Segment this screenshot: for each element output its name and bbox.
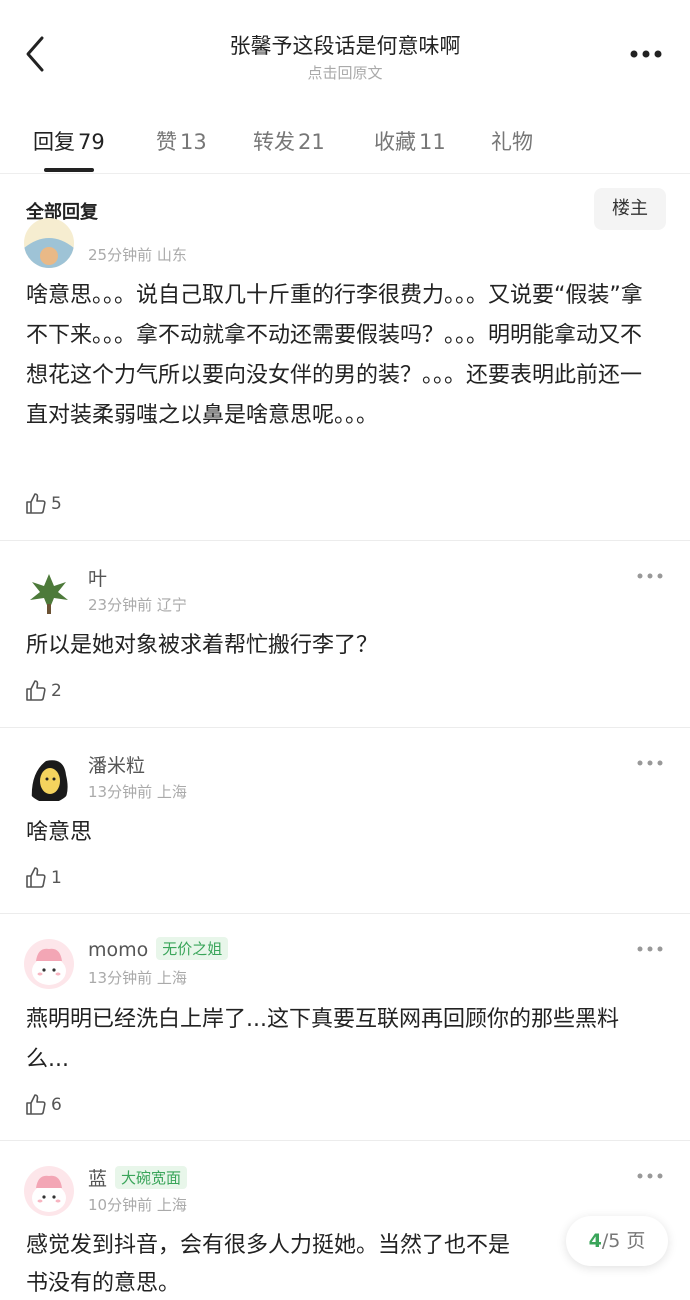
back-to-original-link[interactable]: 点击回原文 (0, 62, 690, 83)
comment-meta: 13分钟前 上海 (88, 783, 187, 801)
comment-text: 所以是她对象被求着帮忙搬行李了？ (26, 633, 379, 658)
username[interactable]: 叶 (88, 564, 107, 591)
comment-text: 感觉发到抖音，会有很多人力挺她。当然了也不是 (26, 1233, 511, 1258)
page-title[interactable]: 张馨予这段话是何意味啊 (0, 30, 690, 60)
more-options-button[interactable] (626, 40, 666, 68)
avatar-image (24, 238, 74, 268)
tab-favorites-count: 11 (419, 130, 446, 154)
username[interactable]: 蓝 (88, 1168, 107, 1190)
comment-more-button[interactable] (634, 939, 666, 959)
tab-favorites-label: 收藏 (374, 130, 416, 154)
like-count: 1 (51, 868, 62, 888)
like-button[interactable]: 5 (24, 490, 62, 518)
like-count: 2 (51, 681, 62, 701)
tab-gifts[interactable]: 礼物 (491, 126, 533, 156)
thumbs-up-icon (26, 867, 46, 888)
tab-replies-count: 79 (78, 130, 105, 154)
total-pages: /5 页 (601, 1230, 646, 1252)
page-indicator-button[interactable]: 4/5 页 (566, 1216, 668, 1266)
thumbs-up-icon (26, 493, 46, 514)
comment-text: 啥意思 (26, 820, 93, 845)
tab-replies[interactable]: 回复 79 (33, 126, 105, 156)
comment-more-button[interactable] (634, 1166, 666, 1186)
comment-meta: 23分钟前 辽宁 (88, 596, 187, 614)
avatar-image (30, 574, 68, 614)
comment-text: 啥意思。。。说自己取几十斤重的行李很费力。。。又说要“假装”拿不下来。。。拿不动… (26, 283, 643, 428)
username-row: momo 无价之姐 (88, 937, 229, 961)
avatar[interactable] (24, 939, 74, 989)
comment-text: 燕明明已经洗白上岸了...这下真要互联网再回顾你的那些黑料么... (26, 1007, 619, 1072)
like-button[interactable]: 2 (24, 677, 62, 705)
tab-reposts[interactable]: 转发 21 (253, 126, 325, 156)
more-dots-icon (637, 573, 663, 579)
more-dots-icon (637, 1173, 663, 1179)
avatar[interactable] (24, 566, 74, 616)
tab-reposts-label: 转发 (253, 130, 295, 154)
tab-replies-label: 回复 (33, 130, 75, 154)
divider (0, 1140, 690, 1141)
like-count: 6 (51, 1095, 62, 1115)
username-row: 蓝大碗宽面 (88, 1164, 188, 1191)
divider (0, 540, 690, 541)
avatar[interactable] (24, 1166, 74, 1216)
username[interactable]: 潘米粒 (88, 751, 145, 778)
top-bar: 张馨予这段话是何意味啊 点击回原文 (0, 0, 690, 100)
comment-more-button[interactable] (634, 566, 666, 586)
fan-badge[interactable]: 大碗宽面 (115, 1166, 188, 1189)
current-page: 4 (588, 1230, 602, 1252)
like-count: 5 (51, 494, 62, 514)
avatar-image (32, 1175, 66, 1212)
username[interactable]: momo (88, 939, 148, 961)
tab-likes[interactable]: 赞 13 (156, 126, 207, 156)
tab-favorites[interactable]: 收藏 11 (374, 126, 446, 156)
comment-more-button[interactable] (634, 753, 666, 773)
tab-likes-count: 13 (180, 130, 207, 154)
thumbs-up-icon (26, 680, 46, 701)
more-dots-icon (637, 946, 663, 952)
tab-reposts-count: 21 (298, 130, 325, 154)
more-dots-icon (637, 760, 663, 766)
comment-meta: 10分钟前 上海 (88, 1196, 187, 1214)
avatar[interactable] (24, 753, 74, 803)
tab-gifts-label: 礼物 (491, 130, 533, 154)
fan-badge[interactable]: 无价之姐 (156, 937, 229, 960)
avatar-image (31, 760, 68, 801)
tab-bar: 回复 79 赞 13 转发 21 收藏 11 礼物 (0, 118, 690, 174)
thumbs-up-icon (26, 1094, 46, 1115)
comment-meta: 13分钟前 上海 (88, 969, 187, 987)
like-button[interactable]: 6 (24, 1091, 62, 1119)
more-dots-icon (630, 50, 662, 58)
comment-text-continued: 书没有的意思。 (26, 1271, 181, 1296)
owner-only-filter-button[interactable]: 楼主 (594, 188, 666, 230)
avatar-image (32, 948, 66, 985)
avatar[interactable] (24, 218, 74, 268)
tab-likes-label: 赞 (156, 130, 177, 154)
divider (0, 913, 690, 914)
active-tab-indicator (44, 168, 94, 172)
divider (0, 727, 690, 728)
comment-meta: 25分钟前 山东 (88, 246, 187, 264)
like-button[interactable]: 1 (24, 864, 62, 892)
